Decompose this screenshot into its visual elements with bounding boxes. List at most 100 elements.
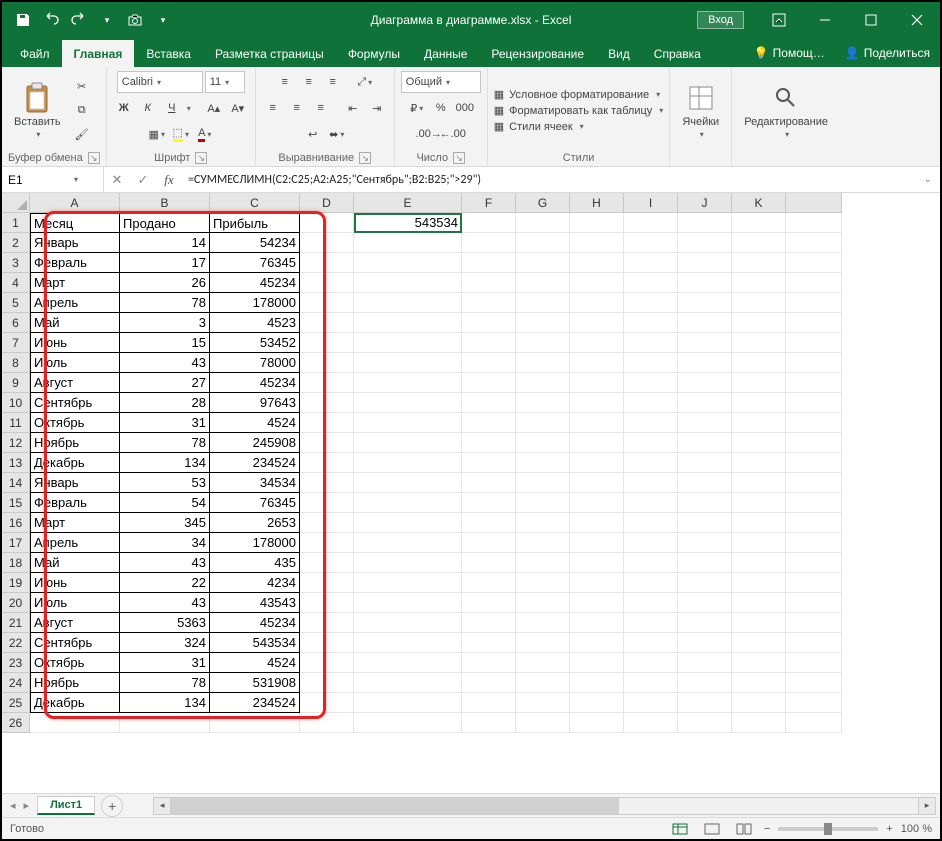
- cell-B8[interactable]: 43: [120, 353, 210, 373]
- cell-C7[interactable]: 53452: [210, 333, 300, 353]
- cell-A19[interactable]: Июнь: [30, 573, 120, 593]
- cell-J13[interactable]: [678, 453, 732, 473]
- cell-A16[interactable]: Март: [30, 513, 120, 533]
- borders-button[interactable]: ▦▾: [146, 123, 168, 145]
- cell-E11[interactable]: [354, 413, 462, 433]
- cell-J22[interactable]: [678, 633, 732, 653]
- cell-B18[interactable]: 43: [120, 553, 210, 573]
- save-icon[interactable]: [12, 9, 34, 31]
- cell-J12[interactable]: [678, 433, 732, 453]
- cell-H22[interactable]: [570, 633, 624, 653]
- cell-styles-button[interactable]: ▦Стили ячеек▾: [494, 120, 664, 133]
- cell-B24[interactable]: 78: [120, 673, 210, 693]
- cell-D14[interactable]: [300, 473, 354, 493]
- column-header[interactable]: K: [732, 193, 786, 213]
- cell-B15[interactable]: 54: [120, 493, 210, 513]
- tab-help[interactable]: Справка: [642, 40, 713, 67]
- cell-K8[interactable]: [732, 353, 786, 373]
- cell-J15[interactable]: [678, 493, 732, 513]
- qat-dropdown-icon[interactable]: ▾: [152, 9, 174, 31]
- column-header[interactable]: F: [462, 193, 516, 213]
- cell-B21[interactable]: 5363: [120, 613, 210, 633]
- cell-E23[interactable]: [354, 653, 462, 673]
- cell-J23[interactable]: [678, 653, 732, 673]
- dialog-launcher-icon[interactable]: ↘: [453, 152, 465, 164]
- column-header[interactable]: D: [300, 193, 354, 213]
- cell-I2[interactable]: [624, 233, 678, 253]
- scroll-left-icon[interactable]: ◂: [153, 797, 171, 815]
- cell-K12[interactable]: [732, 433, 786, 453]
- cell-B22[interactable]: 324: [120, 633, 210, 653]
- cell-H17[interactable]: [570, 533, 624, 553]
- cell-B7[interactable]: 15: [120, 333, 210, 353]
- cell-F25[interactable]: [462, 693, 516, 713]
- column-header[interactable]: E: [354, 193, 462, 213]
- cell-4[interactable]: [786, 273, 842, 293]
- cell-J21[interactable]: [678, 613, 732, 633]
- cell-E12[interactable]: [354, 433, 462, 453]
- chevron-down-icon[interactable]: ▾: [74, 175, 78, 184]
- row-header[interactable]: 2: [2, 233, 30, 253]
- cell-C14[interactable]: 34534: [210, 473, 300, 493]
- cell-K10[interactable]: [732, 393, 786, 413]
- cell-A4[interactable]: Март: [30, 273, 120, 293]
- sheet-nav-next-icon[interactable]: ▸: [22, 799, 32, 812]
- cell-F1[interactable]: [462, 213, 516, 233]
- font-name-combo[interactable]: Calibri▾: [117, 71, 203, 93]
- cell-F16[interactable]: [462, 513, 516, 533]
- row-header[interactable]: 7: [2, 333, 30, 353]
- cell-G1[interactable]: [516, 213, 570, 233]
- cancel-formula-button[interactable]: ✕: [104, 167, 130, 192]
- cell-H11[interactable]: [570, 413, 624, 433]
- font-color-button[interactable]: A▾: [194, 123, 216, 145]
- cell-F8[interactable]: [462, 353, 516, 373]
- cell-F19[interactable]: [462, 573, 516, 593]
- zoom-out-button[interactable]: −: [764, 823, 770, 835]
- page-break-view-button[interactable]: [732, 820, 756, 838]
- cell-I20[interactable]: [624, 593, 678, 613]
- cell-G4[interactable]: [516, 273, 570, 293]
- cell-B12[interactable]: 78: [120, 433, 210, 453]
- cell-G15[interactable]: [516, 493, 570, 513]
- cell-F21[interactable]: [462, 613, 516, 633]
- cell-F24[interactable]: [462, 673, 516, 693]
- decrease-indent-button[interactable]: ⇤: [342, 97, 364, 119]
- cell-I22[interactable]: [624, 633, 678, 653]
- cell-H25[interactable]: [570, 693, 624, 713]
- format-as-table-button[interactable]: ▦Форматировать как таблицу▾: [494, 104, 664, 117]
- cell-J1[interactable]: [678, 213, 732, 233]
- cell-K2[interactable]: [732, 233, 786, 253]
- cell-C15[interactable]: 76345: [210, 493, 300, 513]
- cell-H6[interactable]: [570, 313, 624, 333]
- share-button[interactable]: 👤Поделиться: [835, 38, 940, 67]
- cell-F7[interactable]: [462, 333, 516, 353]
- cell-A17[interactable]: Апрель: [30, 533, 120, 553]
- cell-G20[interactable]: [516, 593, 570, 613]
- signin-button[interactable]: Вход: [697, 11, 744, 29]
- cell-F18[interactable]: [462, 553, 516, 573]
- cell-D3[interactable]: [300, 253, 354, 273]
- column-header[interactable]: J: [678, 193, 732, 213]
- cell-J10[interactable]: [678, 393, 732, 413]
- cell-A6[interactable]: Май: [30, 313, 120, 333]
- row-header[interactable]: 19: [2, 573, 30, 593]
- cell-G16[interactable]: [516, 513, 570, 533]
- cell-G9[interactable]: [516, 373, 570, 393]
- cell-10[interactable]: [786, 393, 842, 413]
- row-header[interactable]: 4: [2, 273, 30, 293]
- zoom-level[interactable]: 100 %: [901, 823, 932, 835]
- cell-A14[interactable]: Январь: [30, 473, 120, 493]
- cell-C5[interactable]: 178000: [210, 293, 300, 313]
- decrease-decimal-button[interactable]: ←.00: [442, 123, 464, 145]
- cell-17[interactable]: [786, 533, 842, 553]
- name-box[interactable]: ▾: [2, 167, 104, 192]
- row-header[interactable]: 6: [2, 313, 30, 333]
- cell-D24[interactable]: [300, 673, 354, 693]
- cell-E18[interactable]: [354, 553, 462, 573]
- tab-file[interactable]: Файл: [8, 40, 62, 67]
- cell-D10[interactable]: [300, 393, 354, 413]
- column-header[interactable]: B: [120, 193, 210, 213]
- cell-A21[interactable]: Август: [30, 613, 120, 633]
- row-header[interactable]: 3: [2, 253, 30, 273]
- cell-20[interactable]: [786, 593, 842, 613]
